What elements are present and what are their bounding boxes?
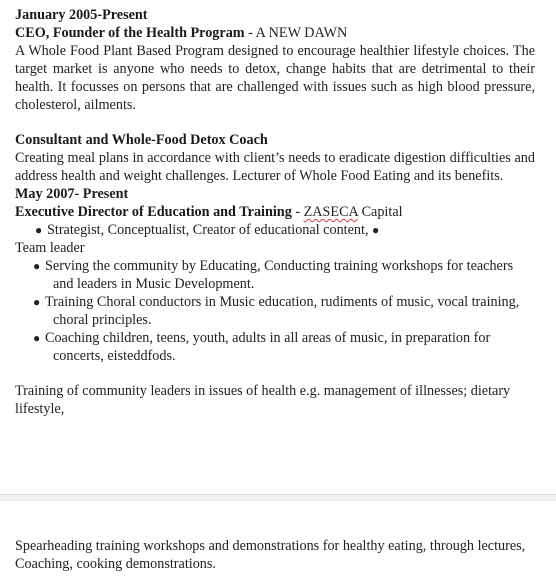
job-title: Executive Director of Education and Trai… bbox=[15, 204, 292, 220]
bullet-list: ● Serving the community by Educating, Con… bbox=[15, 257, 535, 365]
document-body[interactable]: Spearheading training workshops and demo… bbox=[15, 537, 535, 573]
list-item: ● Training Choral conductors in Music edu… bbox=[33, 293, 535, 329]
paragraph: Training of community leaders in issues … bbox=[15, 383, 511, 417]
document-page[interactable]: January 2005-Present CEO, Founder of the… bbox=[0, 0, 556, 494]
list-item: ● Serving the community by Educating, Con… bbox=[33, 257, 535, 293]
job-description: Creating meal plans in accordance with c… bbox=[15, 150, 535, 184]
list-item-text: Training Choral conductors in Music educ… bbox=[45, 294, 520, 328]
job-title: Consultant and Whole-Food Detox Coach bbox=[15, 132, 268, 148]
job-description: A Whole Food Plant Based Program designe… bbox=[15, 43, 535, 113]
bullet-list: ● Strategist, Conceptualist, Creator of e… bbox=[15, 221, 535, 257]
title-separator: - bbox=[291, 204, 304, 220]
organization-name-misspelled[interactable]: ZASECA bbox=[304, 204, 358, 220]
list-item: ● Strategist, Conceptualist, Creator of e… bbox=[15, 221, 535, 239]
job-date: May 2007- Present bbox=[15, 185, 535, 203]
job-date-bold: May 2007 bbox=[15, 186, 75, 202]
paragraph: Spearheading training workshops and demo… bbox=[15, 538, 526, 572]
job-title-line: CEO, Founder of the Health Program - A N… bbox=[15, 24, 535, 42]
list-item-text: Serving the community by Educating, Cond… bbox=[45, 258, 514, 292]
list-item-text: Strategist, Conceptualist, Creator of ed… bbox=[47, 222, 369, 238]
bullet-icon: ● bbox=[33, 331, 41, 345]
title-separator: - bbox=[244, 25, 256, 41]
bullet-icon: ● bbox=[33, 259, 41, 273]
organization-name-rest: Capital bbox=[358, 204, 403, 220]
bullet-icon: ● bbox=[35, 223, 43, 237]
job-title: CEO, Founder of the Health Program bbox=[15, 25, 245, 41]
organization-name: A NEW DAWN bbox=[255, 25, 348, 41]
document-page-2[interactable]: Spearheading training workshops and demo… bbox=[0, 501, 556, 586]
job-title-line: Consultant and Whole-Food Detox Coach bbox=[15, 131, 535, 149]
list-item-text: Coaching children, teens, youth, adults … bbox=[45, 330, 491, 364]
job-title-line: Executive Director of Education and Trai… bbox=[15, 203, 535, 221]
document-body[interactable]: January 2005-Present CEO, Founder of the… bbox=[15, 6, 535, 418]
bullet-icon: ● bbox=[372, 223, 380, 237]
job-date-rest: - Present bbox=[74, 186, 129, 202]
list-item: ● Coaching children, teens, youth, adults… bbox=[33, 329, 535, 365]
bullet-icon: ● bbox=[33, 295, 41, 309]
job-date: January 2005-Present bbox=[15, 7, 148, 23]
list-item-continuation: Team leader bbox=[15, 240, 85, 256]
